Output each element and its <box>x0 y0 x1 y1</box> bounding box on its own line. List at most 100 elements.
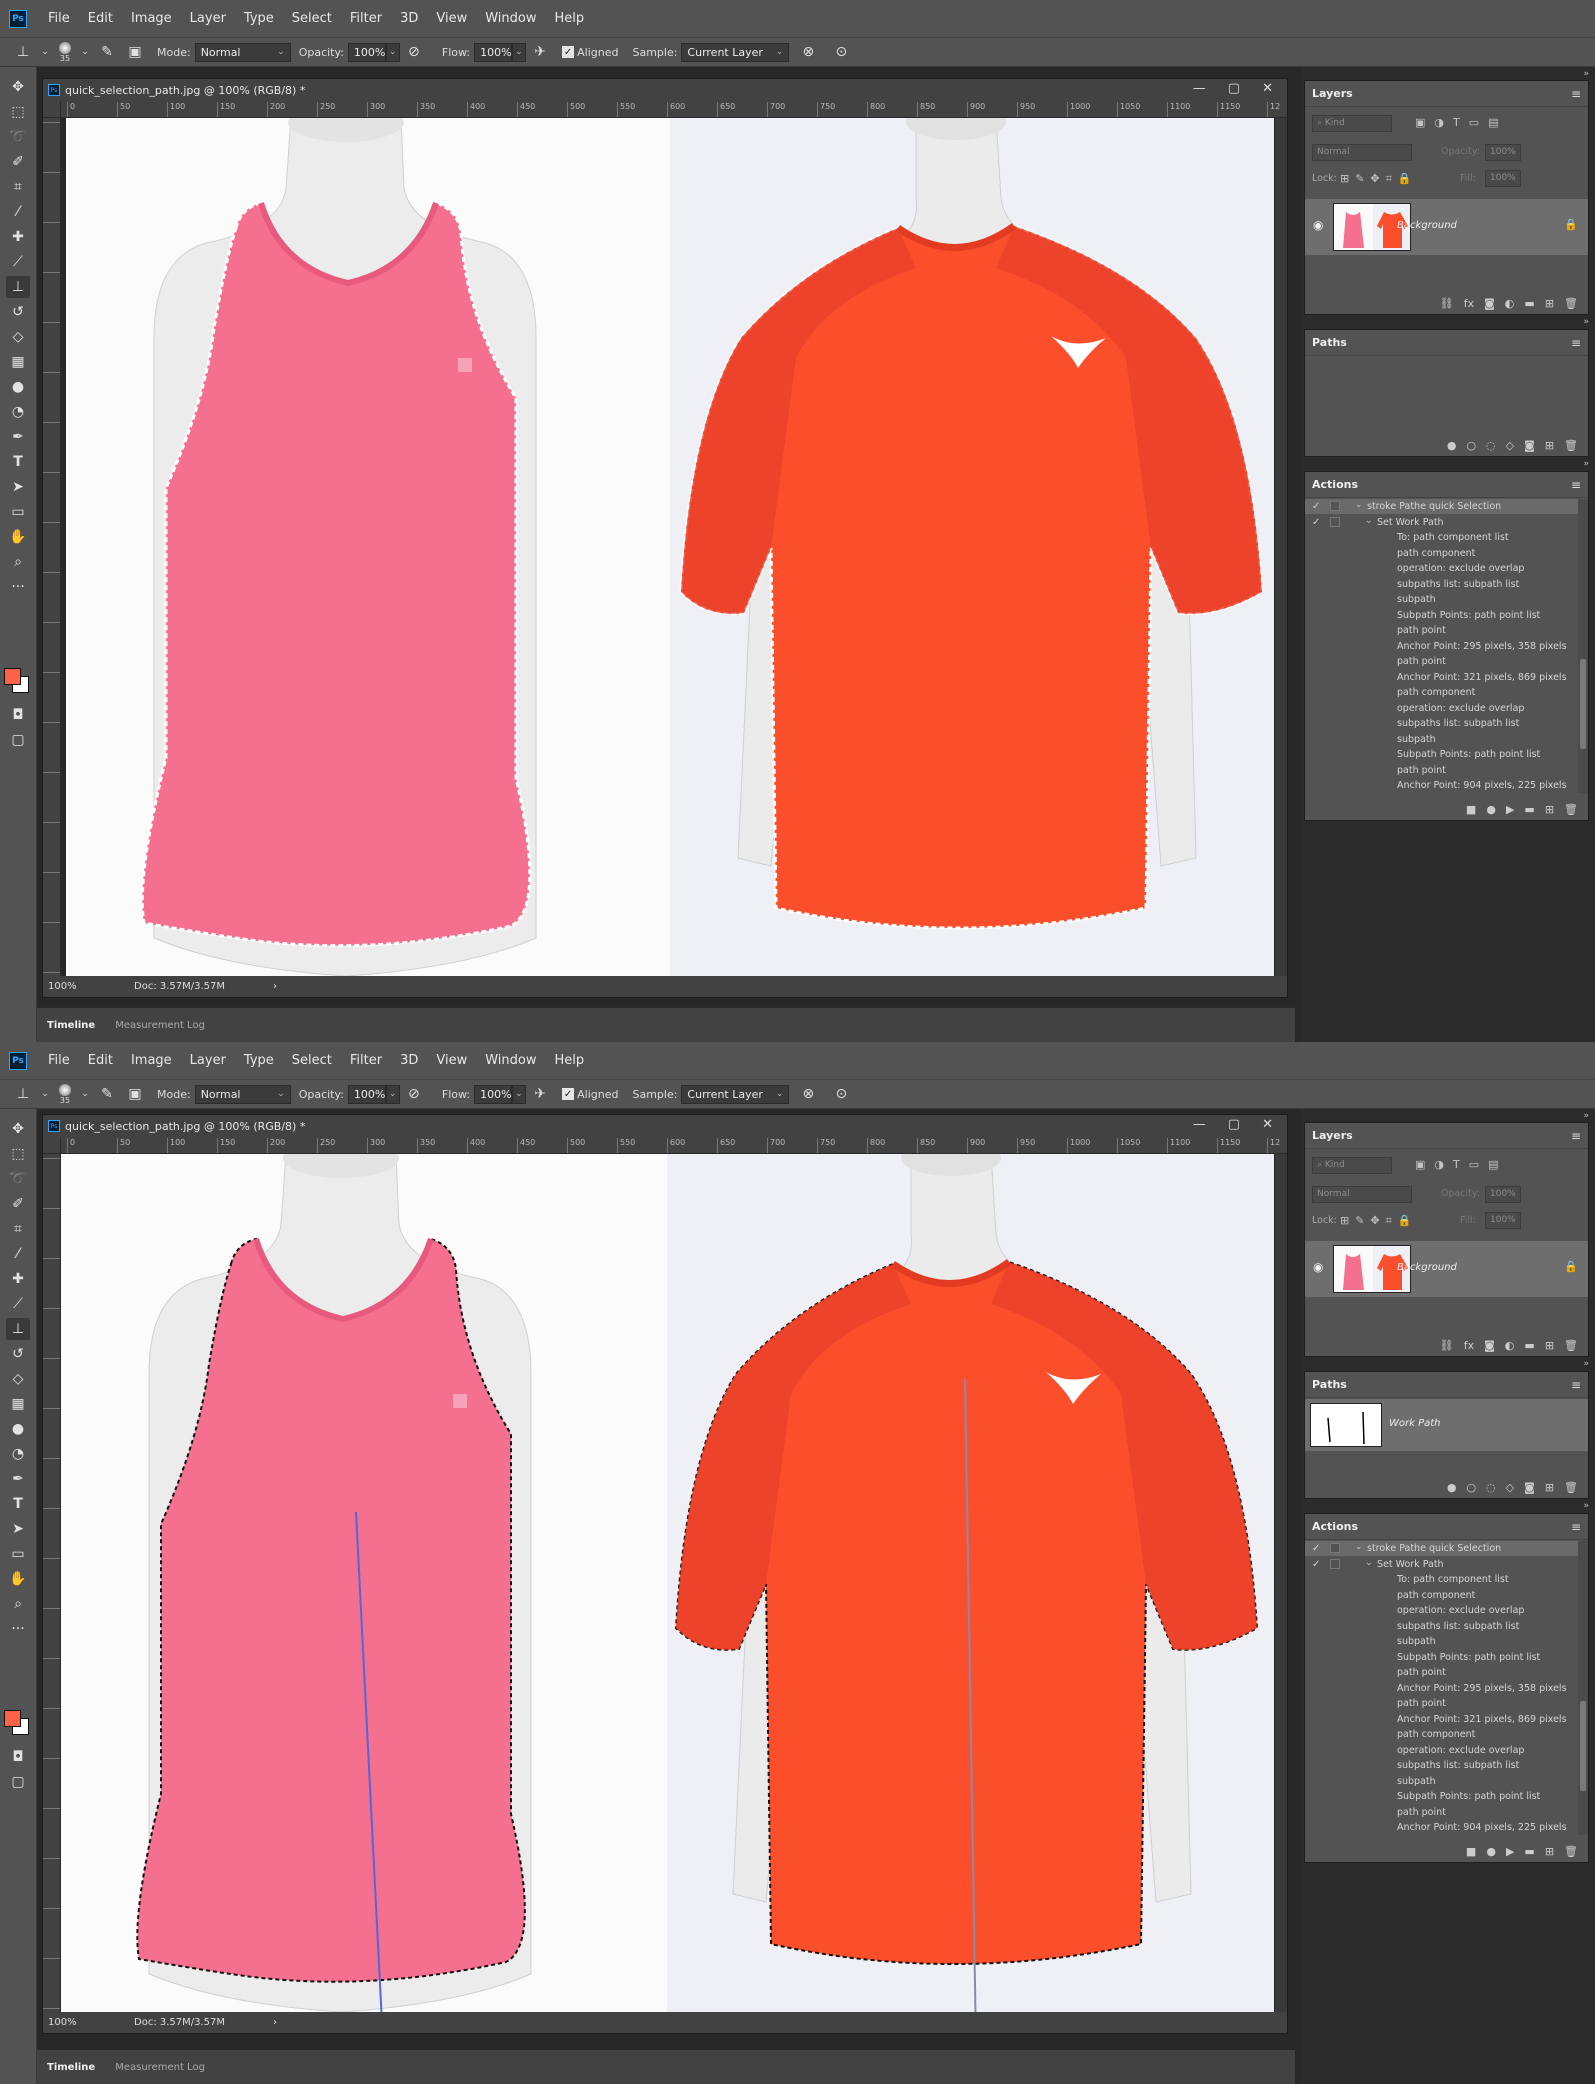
marquee-icon[interactable]: ⬚ <box>6 1143 30 1165</box>
actions-list[interactable]: ✓ ⌄ stroke Pathe quick Selection ✓ ⌄ Set Work… <box>1305 1541 1579 1835</box>
kind-filter[interactable]: ⌕ Kind <box>1312 115 1392 132</box>
hand-icon[interactable]: ✋ <box>6 526 30 548</box>
action-detail[interactable]: subpaths list: subpath list <box>1305 1619 1579 1634</box>
menu-layer[interactable]: Layer <box>181 1053 235 1068</box>
screen-mode-icon[interactable]: ▢ <box>6 1771 30 1793</box>
marquee-icon[interactable]: ⬚ <box>6 101 30 123</box>
play-icon[interactable]: ▶ <box>1506 1845 1514 1858</box>
horizontal-ruler[interactable]: 0 50 100 150 200 250 300 350 400 450 500 550 600 650 7… <box>61 101 1287 118</box>
flow-dropdown[interactable]: ⌄ <box>512 1084 527 1104</box>
action-detail[interactable]: Anchor Point: 321 pixels, 869 pixels <box>1305 670 1579 685</box>
action-detail[interactable]: operation: exclude overlap <box>1305 1603 1579 1618</box>
action-check-icon[interactable]: ✓ <box>1312 1557 1320 1572</box>
action-detail[interactable]: path point <box>1305 763 1579 778</box>
dialog-toggle-icon[interactable] <box>1330 501 1340 511</box>
menu-type[interactable]: Type <box>235 1053 283 1068</box>
action-detail[interactable]: Anchor Point: 904 pixels, 225 pixels <box>1305 778 1579 793</box>
action-detail[interactable]: subpaths list: subpath list <box>1305 1758 1579 1773</box>
menu-filter[interactable]: Filter <box>341 1053 391 1068</box>
action-detail[interactable]: path point <box>1305 1665 1579 1680</box>
path-selection-icon[interactable]: ➤ <box>6 476 30 498</box>
flow-input[interactable]: 100% <box>474 42 513 62</box>
eye-icon[interactable]: ◉ <box>1313 1260 1323 1274</box>
action-detail[interactable]: Anchor Point: 321 pixels, 869 pixels <box>1305 1712 1579 1727</box>
healing-icon[interactable]: ✚ <box>6 226 30 248</box>
path-name[interactable]: Work Path <box>1389 1418 1441 1429</box>
more-icon[interactable]: ··· <box>6 1618 30 1640</box>
actions-list[interactable]: ✓ ⌄ stroke Pathe quick Selection ✓ ⌄ Set Work… <box>1305 499 1579 793</box>
tab-timeline[interactable]: Timeline <box>37 2062 105 2073</box>
panel-menu-icon[interactable]: ≡ <box>1571 1378 1581 1392</box>
healing-icon[interactable]: ✚ <box>6 1268 30 1290</box>
crop-icon[interactable]: ⌗ <box>6 176 30 198</box>
action-detail[interactable]: To: path component list <box>1305 1572 1579 1587</box>
group-icon[interactable]: ▬ <box>1524 1339 1534 1352</box>
menu-view[interactable]: View <box>427 1053 476 1068</box>
lasso-icon[interactable]: ➰ <box>6 126 30 148</box>
trash-icon[interactable]: 🗑 <box>1564 439 1578 452</box>
aligned-checkbox[interactable]: ✓ <box>562 46 575 58</box>
menu-file[interactable]: File <box>39 1053 79 1068</box>
blur-icon[interactable]: ● <box>6 376 30 398</box>
menu-image[interactable]: Image <box>122 11 181 26</box>
layer-opacity-input[interactable]: 100% <box>1485 1186 1521 1203</box>
trash-icon[interactable]: 🗑 <box>1564 1339 1578 1352</box>
filter-icons[interactable]: ▣◑T▭▤ <box>1415 116 1508 129</box>
action-detail[interactable]: Subpath Points: path point list <box>1305 747 1579 762</box>
zoom-level[interactable]: 100% <box>48 981 128 992</box>
lock-icons[interactable]: ⊞✎✥⌗🔒 <box>1340 1214 1418 1228</box>
clone-source-icon[interactable]: ▣ <box>124 1083 146 1105</box>
vertical-ruler[interactable] <box>43 1154 61 2014</box>
screen-mode-icon[interactable]: ▢ <box>6 729 30 751</box>
tab-measurement-log[interactable]: Measurement Log <box>105 1020 215 1031</box>
menu-3d[interactable]: 3D <box>391 1053 427 1068</box>
ignore-adjustment-icon[interactable]: ⊗ <box>797 41 819 63</box>
collapse-icon[interactable]: » <box>1583 1501 1589 1511</box>
zoom-icon[interactable]: ⌕ <box>6 1593 30 1615</box>
collapse-icon[interactable]: » <box>1583 69 1589 79</box>
action-detail[interactable]: Subpath Points: path point list <box>1305 608 1579 623</box>
expand-chevron-icon[interactable]: ⌄ <box>1365 514 1373 529</box>
quick-selection-icon[interactable]: ✐ <box>6 151 30 173</box>
new-path-icon[interactable]: ⊞ <box>1545 439 1554 452</box>
mask-icon[interactable]: ◙ <box>1484 297 1495 310</box>
airbrush-icon[interactable]: ✈ <box>529 41 551 63</box>
hand-icon[interactable]: ✋ <box>6 1568 30 1590</box>
menu-type[interactable]: Type <box>235 11 283 26</box>
fx-icon[interactable]: fx <box>1464 297 1474 310</box>
dialog-toggle-icon[interactable] <box>1330 1558 1340 1569</box>
make-path-icon[interactable]: ◇ <box>1506 439 1514 452</box>
foreground-color-swatch-front[interactable] <box>4 668 21 685</box>
path-selection-icon[interactable]: ➤ <box>6 1518 30 1540</box>
opacity-dropdown[interactable]: ⌄ <box>385 42 400 62</box>
tab-measurement-log[interactable]: Measurement Log <box>105 2062 215 2073</box>
menu-edit[interactable]: Edit <box>79 11 122 26</box>
pressure-size-icon[interactable]: ⊙ <box>830 41 852 63</box>
group-icon[interactable]: ▬ <box>1524 297 1534 310</box>
kind-filter[interactable]: ⌕ Kind <box>1312 1157 1392 1174</box>
action-check-icon[interactable]: ✓ <box>1312 1541 1320 1556</box>
rectangle-icon[interactable]: ▭ <box>6 1543 30 1565</box>
mode-select[interactable]: Normal ⌄ <box>194 1084 291 1104</box>
dodge-icon[interactable]: ◔ <box>6 1443 30 1465</box>
close-icon[interactable]: ✕ <box>1262 1117 1273 1132</box>
rectangle-icon[interactable]: ▭ <box>6 501 30 523</box>
action-detail[interactable]: operation: exclude overlap <box>1305 561 1579 576</box>
opacity-input[interactable]: 100% <box>347 42 386 62</box>
mode-select[interactable]: Normal ⌄ <box>194 42 291 62</box>
foreground-color-swatch[interactable] <box>4 1710 21 1727</box>
filter-icons[interactable]: ▣◑T▭▤ <box>1415 1158 1508 1171</box>
action-detail[interactable]: path point <box>1305 1805 1579 1820</box>
fill-input[interactable]: 100% <box>1485 170 1521 187</box>
minimize-icon[interactable]: — <box>1193 1117 1206 1132</box>
stop-icon[interactable]: ■ <box>1466 803 1476 816</box>
action-detail[interactable]: Anchor Point: 904 pixels, 225 pixels <box>1305 1820 1579 1835</box>
action-detail[interactable]: path point <box>1305 1696 1579 1711</box>
folder-icon[interactable]: ▬ <box>1524 1845 1534 1858</box>
actions-title[interactable]: Actions <box>1312 1520 1358 1533</box>
crop-icon[interactable]: ⌗ <box>6 1218 30 1240</box>
action-check-icon[interactable]: ✓ <box>1312 499 1320 514</box>
vertical-scrollbar[interactable] <box>1275 118 1287 978</box>
paths-title[interactable]: Paths <box>1312 1378 1347 1391</box>
quick-mask-icon[interactable]: ◘ <box>6 704 30 726</box>
